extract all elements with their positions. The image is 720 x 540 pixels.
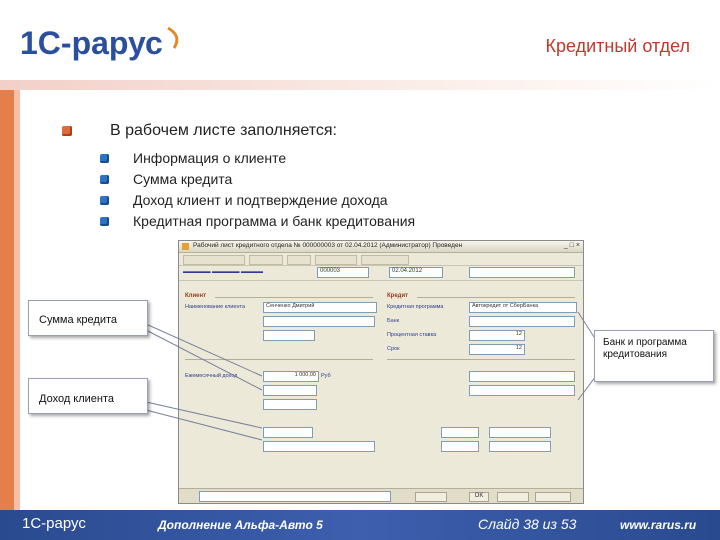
income-field[interactable]: 1 000,00 <box>263 371 319 382</box>
save-button[interactable] <box>497 492 529 502</box>
program-field[interactable]: Автокредит от СберБанка <box>469 302 577 313</box>
toolbar-action-button[interactable] <box>315 255 357 265</box>
slide-footer: 1С-рарус Дополнение Альфа-Авто 5 Слайд 3… <box>0 510 720 540</box>
header-divider <box>0 80 720 90</box>
window-app-icon <box>182 243 189 250</box>
section-divider <box>215 297 373 298</box>
callout-bank-program-text: Банк и программа кредитования <box>603 337 687 360</box>
full-name-label: Наименование клиента <box>185 304 246 310</box>
window-statusbar: OK <box>179 488 583 503</box>
expenses-field[interactable] <box>263 385 317 396</box>
window-toolbar <box>179 253 583 266</box>
send-date-field[interactable] <box>441 427 479 438</box>
comment-field[interactable] <box>199 491 391 502</box>
doc-number-field[interactable]: 000003 <box>317 267 369 278</box>
document-header-row: ▬▬▬▬▬ ▬▬▬▬▬ ▬▬▬▬ 000003 02.04.2012 <box>179 266 583 281</box>
other-income-field[interactable] <box>263 399 317 410</box>
rarus-logo-mark: 1С-рарус <box>20 25 179 61</box>
sub-bullet-icon <box>100 217 109 226</box>
client-field[interactable] <box>263 316 375 327</box>
window-controls[interactable]: _ □ × <box>564 242 580 249</box>
doc-date-field[interactable]: 02.04.2012 <box>389 267 443 278</box>
section-client-title: Клиент <box>185 293 207 299</box>
left-accent-strip-light <box>14 90 20 510</box>
sub-bullet-icon <box>100 154 109 163</box>
callout-bank-program: Банк и программа кредитования <box>594 330 714 382</box>
bank-field[interactable] <box>469 316 575 327</box>
sub-bullet-text: Кредитная программа и банк кредитования <box>133 213 416 229</box>
callout-credit-sum: Сумма кредита <box>28 300 148 336</box>
toolbar-action-button[interactable] <box>287 255 311 265</box>
section-divider <box>417 297 575 298</box>
page-title: Кредитный отдел <box>545 36 690 56</box>
doc-org-field[interactable] <box>469 267 575 278</box>
car-model-field[interactable] <box>469 385 575 396</box>
section-divider <box>185 359 373 360</box>
worksheet-window: Рабочий лист кредитного отдела № 0000000… <box>178 240 584 504</box>
confirm-field[interactable] <box>263 427 313 438</box>
toolbar-action-button[interactable] <box>183 255 245 265</box>
window-title: Рабочий лист кредитного отдела № 0000000… <box>193 242 463 249</box>
term-label: Срок <box>387 346 400 352</box>
full-name-field[interactable]: Сенченко Дмитрий <box>263 302 377 313</box>
answer-status-field[interactable] <box>489 441 551 452</box>
income-label: Ежемесячный доход <box>185 373 238 379</box>
callout-client-income-text: Доход клиента <box>39 393 115 405</box>
income-currency: Руб <box>321 373 331 379</box>
phone-field[interactable] <box>263 330 315 341</box>
rate-label: Процентная ставка <box>387 332 437 338</box>
window-titlebar: Рабочий лист кредитного отдела № 0000000… <box>179 241 583 253</box>
send-status-field[interactable] <box>489 427 551 438</box>
rarus-logo: 1С-рарус <box>18 22 188 64</box>
main-bullet-text: В рабочем листе заполняется: <box>110 122 337 139</box>
term-field[interactable]: 12 <box>469 344 525 355</box>
footer-product: Дополнение Альфа-Авто 5 <box>158 518 323 532</box>
sub-bullet-text: Сумма кредита <box>133 171 233 187</box>
section-credit-title: Кредит <box>387 293 409 299</box>
rarus-logo-text: 1С-рарус <box>20 25 163 61</box>
sub-bullet-icon <box>100 196 109 205</box>
bank-label: Банк <box>387 318 400 324</box>
toolbar-action-button[interactable] <box>361 255 409 265</box>
left-accent-strip <box>0 90 14 510</box>
footer-website-link[interactable]: www.rarus.ru <box>620 518 696 532</box>
toolbar-action-button[interactable] <box>249 255 283 265</box>
section-divider <box>387 359 575 360</box>
car-field[interactable] <box>469 371 575 382</box>
doc-kind-label: ▬▬▬▬▬ ▬▬▬▬▬ ▬▬▬▬ <box>183 269 264 275</box>
print-button[interactable] <box>415 492 447 502</box>
close-button[interactable] <box>535 492 571 502</box>
callout-credit-sum-text: Сумма кредита <box>39 314 118 326</box>
answer-date-field[interactable] <box>441 441 479 452</box>
footer-slide-counter: Слайд 38 из 53 <box>478 516 577 532</box>
sub-bullet-text: Доход клиент и подтверждение дохода <box>133 192 388 208</box>
rate-field[interactable]: 12 <box>469 330 525 341</box>
footer-logo: 1С-рарус <box>22 515 86 532</box>
ok-button[interactable]: OK <box>469 492 489 502</box>
callout-client-income: Доход клиента <box>28 378 148 414</box>
sub-bullet-icon <box>100 175 109 184</box>
main-bullet-icon <box>62 126 72 136</box>
sub-bullet-text: Информация о клиенте <box>133 150 287 166</box>
confirm-doc-field[interactable] <box>263 441 375 452</box>
program-label: Кредитная программа <box>387 304 444 310</box>
